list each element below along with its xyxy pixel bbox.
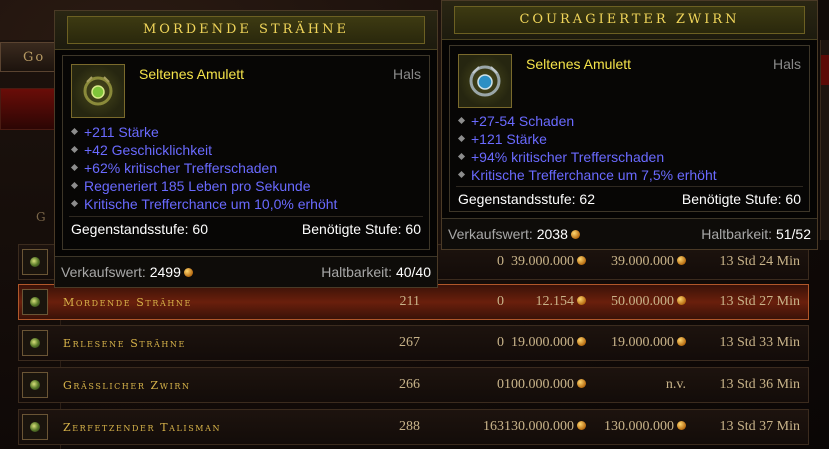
affix: Kritische Trefferchance um 7,5% erhöht: [457, 166, 803, 184]
table-row-selected[interactable]: Mordende Strähne 211 0 12.154 50.000.000…: [18, 284, 809, 320]
table-row[interactable]: Zerfetzender Talisman 288 163 130.000.00…: [18, 409, 809, 445]
item-name: Zerfetzender Talisman: [63, 421, 222, 434]
left-red-banner: [0, 88, 60, 130]
current-bid: 0: [497, 254, 504, 269]
right-red-marker: [821, 55, 829, 85]
buyout-amount: 130.000.000: [604, 419, 686, 435]
required-level-label: Benötigte Stufe: 60: [301, 221, 421, 237]
time-remaining: 13 Std 27 Min: [719, 294, 800, 309]
item-type: Seltenes Amulett: [139, 66, 245, 82]
sell-value: Verkaufswert: 2499: [61, 264, 193, 280]
gold-coin-icon: [677, 256, 686, 265]
table-row[interactable]: Grässlicher Zwirn 266 0 100.000.000 n.v.…: [18, 367, 809, 403]
affix: +211 Stärke: [70, 123, 423, 141]
diamond-bullet-icon: [70, 127, 79, 136]
amulet-icon: [71, 64, 125, 118]
time-remaining: 13 Std 33 Min: [719, 335, 800, 350]
item-type: Seltenes Amulett: [526, 56, 632, 72]
gold-coin-icon: [677, 296, 686, 305]
amulet-icon: [22, 330, 48, 356]
diamond-bullet-icon: [70, 181, 79, 190]
table-row[interactable]: Erlesene Strähne 267 0 19.000.000 19.000…: [18, 325, 809, 361]
gold-coin-icon: [183, 268, 193, 277]
diamond-bullet-icon: [457, 134, 466, 143]
bid-amount: 39.000.000: [511, 254, 586, 270]
gold-coin-icon: [570, 230, 580, 239]
amulet-icon: [22, 249, 48, 275]
amulet-icon: [22, 372, 48, 398]
gold-coin-icon: [677, 421, 686, 430]
current-bid: 163: [483, 419, 504, 434]
left-tab[interactable]: Go: [0, 42, 58, 72]
current-bid: 0: [497, 335, 504, 350]
buyout-amount: 50.000.000: [611, 294, 686, 310]
item-level-label: Gegenstandsstufe: 60: [71, 221, 208, 237]
diamond-bullet-icon: [457, 116, 466, 125]
affix: Regeneriert 185 Leben pro Sekunde: [70, 177, 423, 195]
item-name: Grässlicher Zwirn: [63, 379, 191, 392]
item-level: 267: [399, 335, 420, 350]
time-remaining: 13 Std 37 Min: [719, 419, 800, 434]
item-tooltip: MORDENDE STRÄHNE Seltenes Amulett Hals +…: [54, 10, 438, 288]
diamond-bullet-icon: [70, 145, 79, 154]
affix-list: +27-54 Schaden +121 Stärke +94% kritisch…: [457, 112, 803, 184]
tooltip-header: MORDENDE STRÄHNE: [55, 11, 437, 50]
tooltip-body: Seltenes Amulett Hals +211 Stärke +42 Ge…: [62, 55, 430, 250]
affix: +94% kritischer Trefferschaden: [457, 148, 803, 166]
tooltip-header: COURAGIERTER ZWIRN: [442, 1, 817, 40]
affix: +121 Stärke: [457, 130, 803, 148]
item-name: Mordende Strähne: [63, 296, 192, 309]
buyout-amount: n.v.: [665, 377, 686, 392]
item-name: Erlesene Strähne: [63, 337, 186, 350]
buyout-amount: 39.000.000: [611, 254, 686, 270]
gold-coin-icon: [677, 337, 686, 346]
current-bid: 0: [497, 294, 504, 309]
affix-list: +211 Stärke +42 Geschicklichkeit +62% kr…: [70, 123, 423, 213]
current-bid: 0: [497, 377, 504, 392]
item-slot: Hals: [392, 66, 421, 82]
diamond-bullet-icon: [457, 152, 466, 161]
bid-amount: 12.154: [536, 294, 586, 310]
gold-coin-icon: [577, 379, 586, 388]
affix: Kritische Trefferchance um 10,0% erhöht: [70, 195, 423, 213]
item-tooltip-compare: COURAGIERTER ZWIRN Seltenes Amulett Hals…: [441, 0, 818, 250]
tooltip-title: COURAGIERTER ZWIRN: [454, 6, 805, 34]
tooltip-title: MORDENDE STRÄHNE: [67, 16, 425, 44]
durability: Haltbarkeit: 40/40: [321, 264, 431, 280]
bid-amount: 19.000.000: [511, 335, 586, 351]
item-level: 211: [399, 294, 420, 309]
gold-coin-icon: [577, 296, 586, 305]
level-requirements: Gegenstandsstufe: 60 Benötigte Stufe: 60: [69, 216, 423, 241]
item-level-label: Gegenstandsstufe: 62: [458, 191, 595, 207]
item-level: 266: [399, 377, 420, 392]
affix: +62% kritischer Trefferschaden: [70, 159, 423, 177]
gold-coin-icon: [577, 421, 586, 430]
time-remaining: 13 Std 36 Min: [719, 377, 800, 392]
affix: +27-54 Schaden: [457, 112, 803, 130]
required-level-label: Benötigte Stufe: 60: [681, 191, 801, 207]
bid-amount: 130.000.000: [504, 419, 586, 435]
item-slot: Hals: [772, 56, 801, 72]
tooltip-footer: Verkaufswert: 2038 Haltbarkeit: 51/52: [442, 218, 817, 249]
left-tab-label: Go: [23, 50, 46, 65]
gold-coin-icon: [577, 256, 586, 265]
durability: Haltbarkeit: 51/52: [701, 226, 811, 242]
left-column-label: G: [36, 210, 46, 224]
amulet-icon: [458, 54, 512, 108]
diamond-bullet-icon: [457, 170, 466, 179]
diamond-bullet-icon: [70, 199, 79, 208]
sell-value: Verkaufswert: 2038: [448, 226, 580, 242]
bid-amount: 100.000.000: [504, 377, 586, 393]
item-level: 288: [399, 419, 420, 434]
amulet-icon: [22, 289, 48, 315]
gold-coin-icon: [577, 337, 586, 346]
amulet-icon: [22, 414, 48, 440]
level-requirements: Gegenstandsstufe: 62 Benötigte Stufe: 60: [456, 186, 803, 211]
time-remaining: 13 Std 24 Min: [719, 254, 800, 269]
affix: +42 Geschicklichkeit: [70, 141, 423, 159]
diamond-bullet-icon: [70, 163, 79, 172]
tooltip-body: Seltenes Amulett Hals +27-54 Schaden +12…: [449, 45, 810, 212]
tooltip-footer: Verkaufswert: 2499 Haltbarkeit: 40/40: [55, 256, 437, 287]
buyout-amount: 19.000.000: [611, 335, 686, 351]
